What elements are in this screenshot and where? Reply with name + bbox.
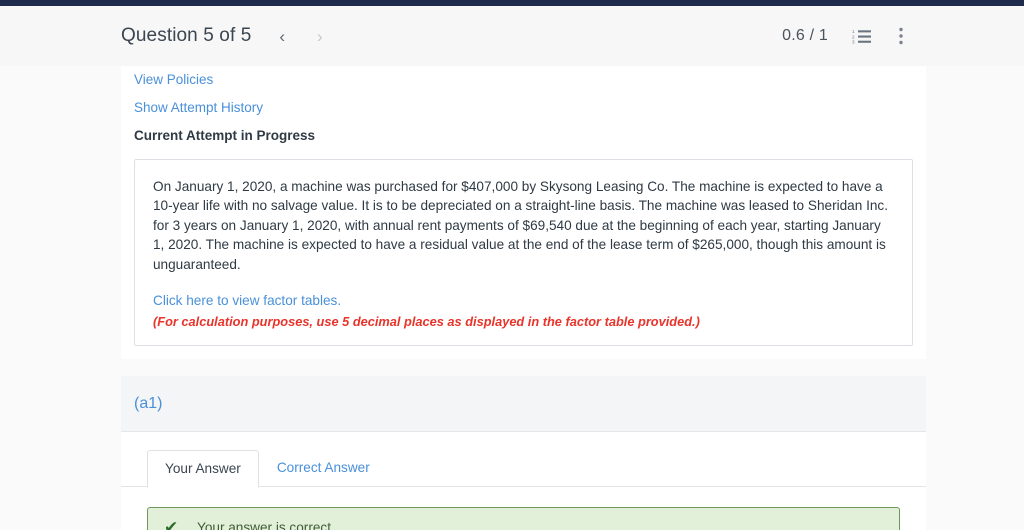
svg-text:3: 3 — [852, 39, 855, 44]
factor-tables-link[interactable]: Click here to view factor tables. — [153, 293, 341, 308]
score-display: 0.6 / 1 — [782, 27, 828, 44]
problem-statement-text: On January 1, 2020, a machine was purcha… — [153, 179, 888, 272]
view-policies-row: View Policies — [134, 66, 913, 89]
question-header: Question 5 of 5 ‹ › 0.6 / 1 1 2 3 — [0, 6, 1024, 66]
chevron-left-icon[interactable]: ‹ — [273, 24, 291, 49]
content-column: View Policies Show Attempt History Curre… — [121, 66, 926, 530]
status-banner-text: Your answer is correct. — [197, 520, 335, 530]
calculation-note: (For calculation purposes, use 5 decimal… — [153, 314, 700, 330]
problem-card: View Policies Show Attempt History Curre… — [121, 66, 926, 360]
show-attempt-history-link[interactable]: Show Attempt History — [134, 100, 263, 115]
chevron-right-icon[interactable]: › — [311, 24, 329, 49]
view-policies-link[interactable]: View Policies — [134, 72, 213, 87]
current-attempt-heading: Current Attempt in Progress — [134, 128, 316, 143]
answer-tabs: Your Answer Correct Answer — [147, 449, 926, 488]
tab-your-answer[interactable]: Your Answer — [147, 450, 259, 488]
answer-tabs-wrapper: Your Answer Correct Answer — [121, 432, 926, 488]
check-icon: ✔ — [164, 518, 179, 530]
your-answer-panel: ✔ Your answer is correct. What is the le… — [121, 486, 926, 530]
page-body: View Policies Show Attempt History Curre… — [0, 66, 1024, 530]
page-title: Question 5 of 5 — [121, 25, 252, 46]
card-bottom-spacer — [121, 346, 926, 359]
numbered-list-icon[interactable]: 1 2 3 — [850, 26, 874, 47]
card-separator — [121, 359, 926, 376]
section-label: (a1) — [134, 394, 163, 412]
tab-correct-answer[interactable]: Correct Answer — [259, 449, 388, 487]
problem-statement-box: On January 1, 2020, a machine was purcha… — [134, 159, 913, 347]
status-banner: ✔ Your answer is correct. — [147, 506, 900, 530]
more-vertical-icon[interactable] — [896, 24, 906, 48]
header-actions: 0.6 / 1 1 2 3 — [782, 24, 1006, 48]
show-attempt-history-row: Show Attempt History — [134, 89, 913, 117]
answer-card: (a1) Your Answer Correct Answer ✔ Your a… — [121, 376, 926, 530]
question-navigation: ‹ › — [273, 24, 328, 49]
section-header: (a1) — [121, 376, 926, 433]
